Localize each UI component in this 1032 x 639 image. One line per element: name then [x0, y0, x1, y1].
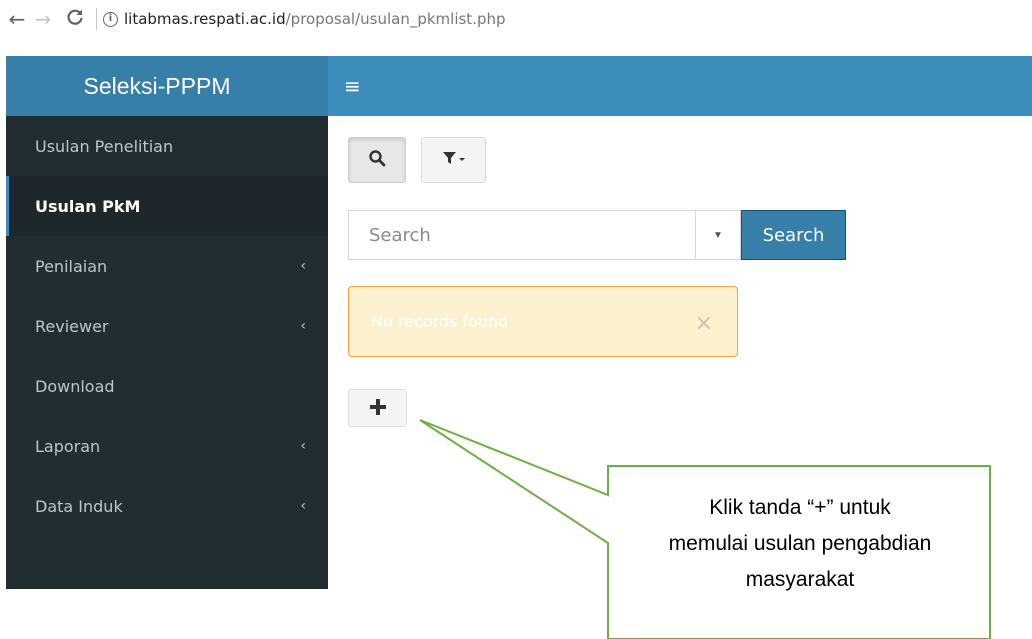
- sidebar-item-label: Usulan Penelitian: [35, 136, 174, 156]
- top-navbar: ≡: [328, 56, 1032, 116]
- search-input[interactable]: [348, 210, 695, 260]
- info-icon[interactable]: i: [103, 11, 118, 27]
- sidebar-item-data-induk[interactable]: Data Induk ‹: [6, 476, 328, 536]
- search-options-dropdown[interactable]: ▼: [695, 210, 741, 260]
- chevron-left-icon: ‹: [300, 318, 306, 334]
- sidebar-item-penilaian[interactable]: Penilaian ‹: [6, 236, 328, 296]
- alert-message: No records found: [371, 312, 509, 331]
- sidebar-item-label: Reviewer: [35, 316, 109, 336]
- no-records-alert: No records found ×: [348, 286, 738, 357]
- browser-url-bar: ← → i litabmas.respati.ac.id/proposal/us…: [0, 0, 1032, 38]
- sidebar-item-reviewer[interactable]: Reviewer ‹: [6, 296, 328, 356]
- sidebar-item-laporan[interactable]: Laporan ‹: [6, 416, 328, 476]
- add-button[interactable]: [348, 389, 407, 427]
- callout-line-2: memulai usulan pengabdian: [668, 532, 932, 555]
- search-icon: [368, 148, 386, 172]
- sidebar-item-label: Download: [35, 376, 115, 396]
- chevron-left-icon: ‹: [300, 438, 306, 454]
- sidebar-item-usulan-penelitian[interactable]: Usulan Penelitian: [6, 116, 328, 176]
- sidebar-item-download[interactable]: Download: [6, 356, 328, 416]
- sidebar-item-label: Laporan: [35, 436, 101, 456]
- search-group: ▼ Search: [348, 210, 846, 260]
- search-button[interactable]: Search: [741, 210, 846, 260]
- filter-button[interactable]: [421, 137, 486, 183]
- plus-icon: [369, 394, 387, 422]
- url-host: litabmas.respati.ac.id: [124, 10, 286, 28]
- callout-text: Klik tanda “+” untuk memulai usulan peng…: [610, 490, 990, 598]
- forward-arrow-icon[interactable]: →: [30, 7, 56, 31]
- sidebar-item-label: Usulan PkM: [35, 196, 141, 216]
- address-field[interactable]: litabmas.respati.ac.id/proposal/usulan_p…: [124, 10, 506, 28]
- sidebar-item-label: Data Induk: [35, 496, 123, 516]
- sidebar-item-label: Penilaian: [35, 256, 108, 276]
- hamburger-menu-icon[interactable]: ≡: [344, 74, 361, 98]
- callout-line-1: Klik tanda “+” untuk: [709, 496, 891, 519]
- sidebar-item-usulan-pkm[interactable]: Usulan PkM: [6, 176, 328, 236]
- sidebar: Seleksi-PPPM Usulan Penelitian Usulan Pk…: [6, 56, 328, 589]
- close-icon[interactable]: ×: [695, 311, 713, 336]
- url-separator: [96, 8, 97, 30]
- filter-icon: [442, 150, 466, 170]
- back-arrow-icon[interactable]: ←: [4, 7, 30, 31]
- chevron-left-icon: ‹: [300, 498, 306, 514]
- reload-icon[interactable]: [62, 8, 88, 31]
- search-toggle-button[interactable]: [348, 137, 406, 183]
- callout-line-3: masyarakat: [745, 568, 855, 591]
- url-path: /proposal/usulan_pkmlist.php: [285, 10, 506, 28]
- caret-down-icon: ▼: [713, 229, 723, 241]
- chevron-left-icon: ‹: [300, 258, 306, 274]
- app-logo[interactable]: Seleksi-PPPM: [6, 56, 328, 116]
